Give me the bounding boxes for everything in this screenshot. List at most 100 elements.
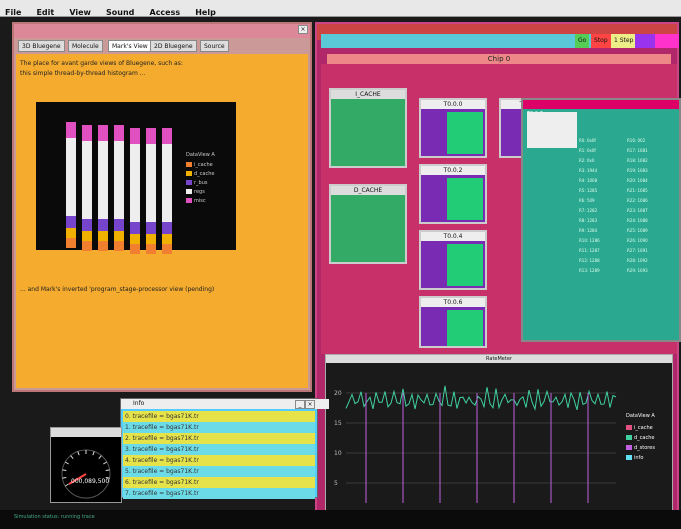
chip-window: Go Stop 1 Step Chip 0 I_CACHE D_CACHE T0… — [315, 22, 681, 518]
y-tick-label: 20 — [334, 390, 342, 397]
register-value: R9: 1284 — [579, 228, 598, 233]
register-panel-title: T0.0.7 — [523, 100, 679, 117]
menu-edit[interactable]: Edit — [31, 5, 59, 17]
info-row: 3. tracefile = bgas71K.tr — [123, 444, 315, 455]
tab-molecule[interactable]: Molecule — [68, 40, 103, 52]
rate-meter-panel: RateMeter 20 15 10 5 DataView A i_cache d_c… — [325, 354, 673, 514]
menu-sound[interactable]: Sound — [101, 5, 139, 17]
legend-item: regs — [186, 189, 205, 195]
close-icon[interactable]: × — [298, 25, 308, 34]
register-value: R20: 1084 — [627, 178, 648, 183]
legend-item: i_cache — [626, 425, 653, 431]
legend-item: misc — [186, 198, 206, 204]
stop-button[interactable]: Stop — [591, 34, 611, 48]
register-panel[interactable]: T0.0.7 R0: 0x0f R1: 0x0f R2: 0x0 R3: 1944 R4… — [521, 98, 681, 342]
tab-3d-bluegene[interactable]: 3D Bluegene — [18, 40, 65, 52]
register-value: R19: 1083 — [627, 168, 648, 173]
tab-2d-bluegene[interactable]: 2D Bluegene — [150, 40, 197, 52]
d-cache-unit[interactable]: D_CACHE — [329, 184, 407, 264]
gauge-tick — [64, 461, 69, 465]
gauge-tick — [70, 455, 74, 460]
intro-text-1: The place for avant garde views of Blueg… — [20, 60, 183, 67]
tab-source[interactable]: Source — [200, 40, 229, 52]
rate-meter-plot: 20 15 10 5 — [334, 385, 617, 503]
legend-item: r_bus — [186, 180, 208, 186]
unit-title: D_CACHE — [331, 186, 405, 195]
gauge-tick — [103, 461, 108, 465]
register-value: R29: 1093 — [627, 268, 648, 273]
tile-title: T0.0.0 — [421, 100, 485, 109]
gauge-tick — [92, 451, 95, 456]
rate-series-line — [345, 385, 617, 411]
register-value: R26: 1090 — [627, 238, 648, 243]
info-row: 4. tracefile = bgas71K.tr — [123, 455, 315, 466]
register-value: R24: 1088 — [627, 218, 648, 223]
register-value: R23: 1087 — [627, 208, 648, 213]
go-button[interactable]: Go — [575, 34, 590, 48]
y-tick-label: 5 — [334, 480, 338, 487]
i-cache-unit[interactable]: I_CACHE — [329, 88, 407, 168]
register-value: R6: 509 — [579, 198, 595, 203]
thread-histogram: DataView A i_cache d_cache r_bus regs mi… — [36, 102, 236, 254]
thread-tile[interactable]: T0.0.4 — [419, 230, 487, 290]
gauge-readout: 000,089,500 — [71, 478, 110, 485]
speed-gauge-window: 000,089,500 — [50, 427, 122, 503]
window-titlebar[interactable]: × — [14, 24, 310, 38]
info-row: 2. tracefile = bgas71K.tr — [123, 433, 315, 444]
y-tick-label: 10 — [334, 450, 342, 457]
legend-item: d_cache — [626, 435, 654, 441]
register-value: R12: 1288 — [579, 258, 600, 263]
thread-tile[interactable]: T0.0.0 — [419, 98, 487, 158]
menu-file[interactable]: File — [0, 5, 26, 17]
tile-title: T0.0.4 — [421, 232, 485, 241]
legend-item: d_stores — [626, 445, 655, 451]
info-window: Info _ × 0. tracefile = bgas71K.tr 1. tra… — [120, 398, 329, 499]
register-value: R17: 1081 — [627, 148, 648, 153]
register-value: R16: 002 — [627, 138, 646, 143]
menu-access[interactable]: Access — [145, 5, 186, 17]
gauge-tick — [62, 476, 67, 479]
gauge-dial-icon — [61, 449, 111, 499]
rate-meter-title: RateMeter — [326, 355, 672, 363]
step-button[interactable]: 1 Step — [611, 34, 637, 48]
gauge-tick — [64, 483, 69, 487]
info-row: 1. tracefile = bgas71K.tr — [123, 422, 315, 433]
register-value: R2: 0x0 — [579, 158, 595, 163]
footer-note: ... and Mark's inverted 'program_stage-p… — [20, 286, 215, 293]
rate-legend-title: DataView A — [626, 413, 655, 419]
register-value: R21: 1085 — [627, 188, 648, 193]
info-row: 6. tracefile = bgas71K.tr — [123, 477, 315, 488]
y-tick-label: 15 — [334, 420, 342, 427]
register-value: R28: 1092 — [627, 258, 648, 263]
gauge-tick — [77, 451, 80, 456]
register-value: R11: 1287 — [579, 248, 600, 253]
register-value: R22: 1086 — [627, 198, 648, 203]
gauge-tick — [98, 455, 102, 460]
register-value: R10: 1286 — [579, 238, 600, 243]
menu-view[interactable]: View — [64, 5, 96, 17]
status-bar: Simulation status: running trace — [0, 510, 681, 529]
legend-item: d_cache — [186, 171, 214, 177]
thread-tile[interactable]: T0.0.2 — [419, 164, 487, 224]
menu-help[interactable]: Help — [190, 5, 221, 17]
register-value: R0: 0x0f — [579, 138, 596, 143]
register-value: R7: 1282 — [579, 208, 598, 213]
register-value: R13: 1289 — [579, 268, 600, 273]
intro-text-2: this simple thread-by-thread histogram .… — [20, 70, 146, 77]
register-value: R3: 1944 — [579, 168, 598, 173]
tab-marks-view[interactable]: Mark's View — [108, 40, 152, 52]
thread-tile[interactable]: T0.0.6 — [419, 296, 487, 348]
legend-item: i_cache — [186, 162, 213, 168]
visualization-window: × 3D Bluegene Molecule Mark's View 2D Bl… — [12, 22, 312, 392]
info-row: 5. tracefile = bgas71K.tr — [123, 466, 315, 477]
close-icon[interactable]: × — [305, 400, 315, 409]
minimize-icon[interactable]: _ — [295, 400, 305, 409]
reset-button[interactable] — [655, 34, 679, 48]
register-value: R1: 0x0f — [579, 148, 596, 153]
info-row: 7. tracefile = bgas71K.tr — [123, 488, 315, 499]
gauge-titlebar[interactable] — [51, 428, 121, 437]
register-value: R27: 1091 — [627, 248, 648, 253]
register-inspector — [527, 112, 577, 148]
register-value: R25: 1089 — [627, 228, 648, 233]
tile-title: T0.0.6 — [421, 298, 485, 307]
